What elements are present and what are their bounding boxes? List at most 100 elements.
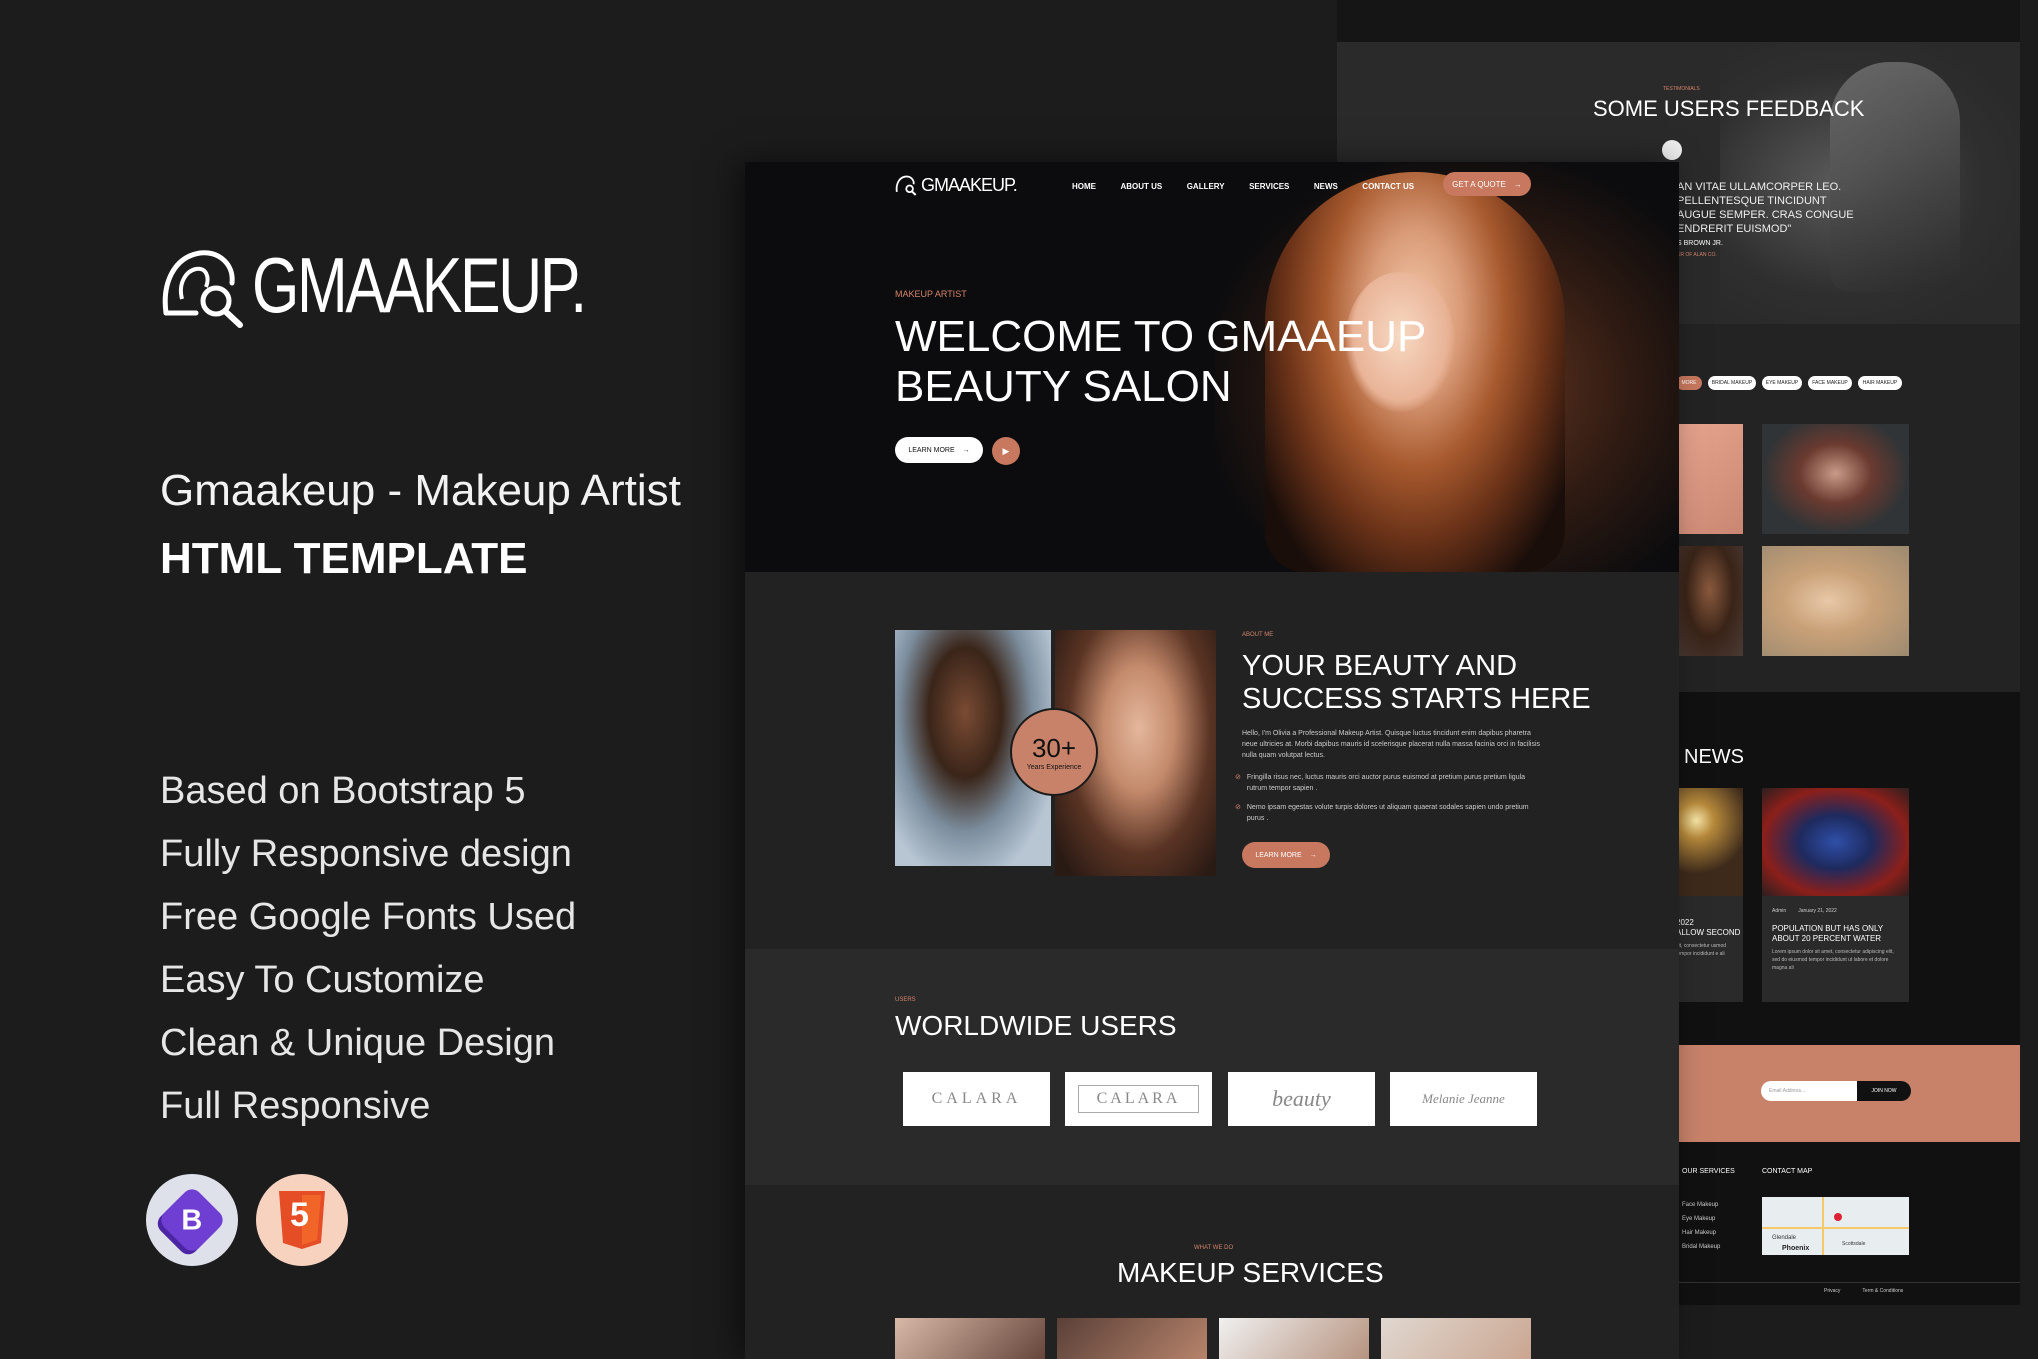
nav-contact[interactable]: CONTACT US (1362, 182, 1414, 191)
services-title: MAKEUP SERVICES (1117, 1257, 1384, 1288)
get-quote-button[interactable]: GET A QUOTE → (1443, 172, 1531, 196)
map-label: Glendale (1772, 1235, 1797, 1241)
front-mockup-page: GMAAKEUP. HOME ABOUT US GALLERY SERVICES… (745, 162, 1679, 1359)
product-subtitle: HTML TEMPLATE (160, 534, 528, 583)
news-title: NEWS (1684, 746, 1744, 768)
quote-avatar (1662, 140, 1682, 160)
contact-map[interactable]: Glendale Phoenix Scottsdale (1762, 1197, 1909, 1255)
testimonial-role: ER OF ALAN CO. (1677, 252, 1717, 258)
news-card-title: POPULATION BUT HAS ONLY ABOUT 20 PERCENT… (1772, 924, 1883, 943)
client-logo-beauty: beauty (1228, 1072, 1375, 1126)
newsletter-email-input[interactable]: Email Address... (1761, 1081, 1857, 1101)
hero-learn-more-button[interactable]: LEARN MORE → (895, 437, 983, 463)
header-logo[interactable]: GMAAKEUP. (895, 174, 1018, 196)
bootstrap-icon: B (146, 1174, 238, 1266)
gallery-photo[interactable] (1762, 424, 1909, 534)
nav-news[interactable]: NEWS (1314, 182, 1338, 191)
testimonial-eyebrow: TESTIMONIALS (1663, 86, 1700, 92)
terms-link[interactable]: Term & Conditions (1862, 1288, 1903, 1294)
arrow-right-icon: → (1513, 179, 1522, 189)
filter-hair[interactable]: HAIR MAKEUP (1858, 376, 1902, 390)
footer-map-heading: CONTACT MAP (1762, 1168, 1813, 1175)
check-icon: ⊘ (1235, 804, 1241, 811)
service-card[interactable] (895, 1318, 1045, 1359)
play-video-button[interactable]: ▶ (992, 437, 1020, 465)
check-icon: ⊘ (1235, 774, 1241, 781)
nav-gallery[interactable]: GALLERY (1187, 182, 1225, 191)
filter-more[interactable]: MORE (1676, 376, 1702, 390)
client-logo-melanie: Melanie Jeanne (1390, 1072, 1537, 1126)
testimonial-quote: AN VITAE ULLAMCORPER LEO. PELLENTESQUE T… (1677, 181, 1854, 235)
about-learn-more-label: LEARN MORE (1255, 851, 1302, 859)
arrow-right-icon: → (962, 446, 970, 454)
service-card[interactable] (1057, 1318, 1207, 1359)
footer-link[interactable]: Eye Makeup (1682, 1212, 1720, 1226)
service-card[interactable] (1219, 1318, 1369, 1359)
get-quote-label: GET A QUOTE (1452, 179, 1506, 189)
about-learn-more-button[interactable]: LEARN MORE → (1242, 842, 1330, 868)
client-logo-text: Melanie Jeanne (1422, 1091, 1505, 1106)
client-logo-text: beauty (1272, 1086, 1331, 1111)
services-eyebrow: WHAT WE DO (1194, 1245, 1234, 1251)
filter-bridal[interactable]: BRIDAL MAKEUP (1708, 376, 1756, 390)
footer-link[interactable]: Bridal Makeup (1682, 1240, 1720, 1254)
feature-item: Clean & Unique Design (160, 1022, 556, 1064)
hero-title-line: BEAUTY SALON (895, 362, 1232, 411)
hero-eyebrow: MAKEUP ARTIST (895, 289, 967, 299)
filter-face[interactable]: FACE MAKEUP (1808, 376, 1852, 390)
hero-learn-more-label: LEARN MORE (908, 446, 955, 454)
feature-list: Based on Bootstrap 5 Fully Responsive de… (160, 760, 576, 1138)
map-label: Scottsdale (1842, 1241, 1866, 1247)
gallery-photo[interactable] (1676, 546, 1743, 656)
footer-services-heading: OUR SERVICES (1682, 1168, 1735, 1175)
about-point: ⊘ Nemo ipsam egestas volute turpis dolor… (1235, 802, 1545, 824)
news-author: Admin (1772, 908, 1787, 914)
map-pin-icon (1834, 1213, 1842, 1221)
users-title: WORLDWIDE USERS (895, 1010, 1177, 1041)
newsletter-join-button[interactable]: JOIN NOW (1857, 1081, 1911, 1101)
privacy-link[interactable]: Privacy (1824, 1288, 1840, 1294)
hero-title-line: WELCOME TO GMAAEUP (895, 312, 1427, 361)
service-card[interactable] (1381, 1318, 1531, 1359)
main-nav: HOME ABOUT US GALLERY SERVICES NEWS CONT… (1072, 176, 1434, 194)
news-card-text: sit, consectetur usmod tempor incididunt… (1676, 943, 1727, 957)
experience-label: Years Experience (1026, 764, 1082, 771)
feature-item: Full Responsive (160, 1085, 431, 1127)
footer-link[interactable]: Face Makeup (1682, 1198, 1720, 1212)
play-icon: ▶ (1002, 445, 1010, 456)
testimonial-author: S BROWN JR. (1677, 240, 1723, 247)
about-title-line: SUCCESS STARTS HERE (1242, 683, 1591, 715)
feature-item: Free Google Fonts Used (160, 896, 577, 938)
about-title-line: YOUR BEAUTY AND (1242, 650, 1518, 682)
arrow-right-icon: → (1309, 851, 1317, 859)
about-point-text: Nemo ipsam egestas volute turpis dolores… (1246, 804, 1529, 822)
brand-name: GMAAKEUP. (252, 241, 587, 329)
nav-about[interactable]: ABOUT US (1120, 182, 1162, 191)
nav-services[interactable]: SERVICES (1249, 182, 1289, 191)
news-card-title: ALLOW SECOND (1676, 928, 1741, 937)
client-logo-text: CALARA (1077, 1085, 1200, 1113)
news-card-text: Lorem ipsum dolor sit amet, consectetur … (1772, 949, 1894, 971)
about-point-text: Fringilla risus nec, luctus mauris orci … (1246, 774, 1526, 792)
news-card[interactable]: 2022 ALLOW SECOND sit, consectetur usmod… (1676, 788, 1743, 1002)
experience-number: 30+ (1031, 733, 1077, 763)
about-section: 30+ Years Experience ABOUT ME YOUR BEAUT… (745, 572, 1679, 949)
hero-section: GMAAKEUP. HOME ABOUT US GALLERY SERVICES… (745, 162, 1679, 572)
about-eyebrow: ABOUT ME (1242, 632, 1274, 638)
html5-number: 5 (290, 1196, 309, 1234)
filter-eye[interactable]: EYE MAKEUP (1762, 376, 1802, 390)
news-date: January 21, 2022 (1798, 908, 1837, 914)
experience-badge: 30+ Years Experience (1010, 708, 1098, 796)
about-title: YOUR BEAUTY AND SUCCESS STARTS HERE (1242, 650, 1591, 716)
client-logo-text: CALARA (931, 1090, 1022, 1107)
client-logo-calara-2: CALARA (1065, 1072, 1212, 1126)
gallery-photo[interactable] (1676, 424, 1743, 534)
gallery-photo[interactable] (1762, 546, 1909, 656)
brand-logo: GMAAKEUP. (160, 240, 679, 331)
footer-link[interactable]: Hair Makeup (1682, 1226, 1720, 1240)
news-card[interactable]: Admin January 21, 2022 POPULATION BUT HA… (1762, 788, 1909, 1002)
makeup-mirror-icon (162, 249, 243, 328)
nav-home[interactable]: HOME (1072, 182, 1096, 191)
client-logo-calara: CALARA (903, 1072, 1050, 1126)
testimonial-title: SOME USERS FEEDBACK (1593, 96, 1865, 121)
